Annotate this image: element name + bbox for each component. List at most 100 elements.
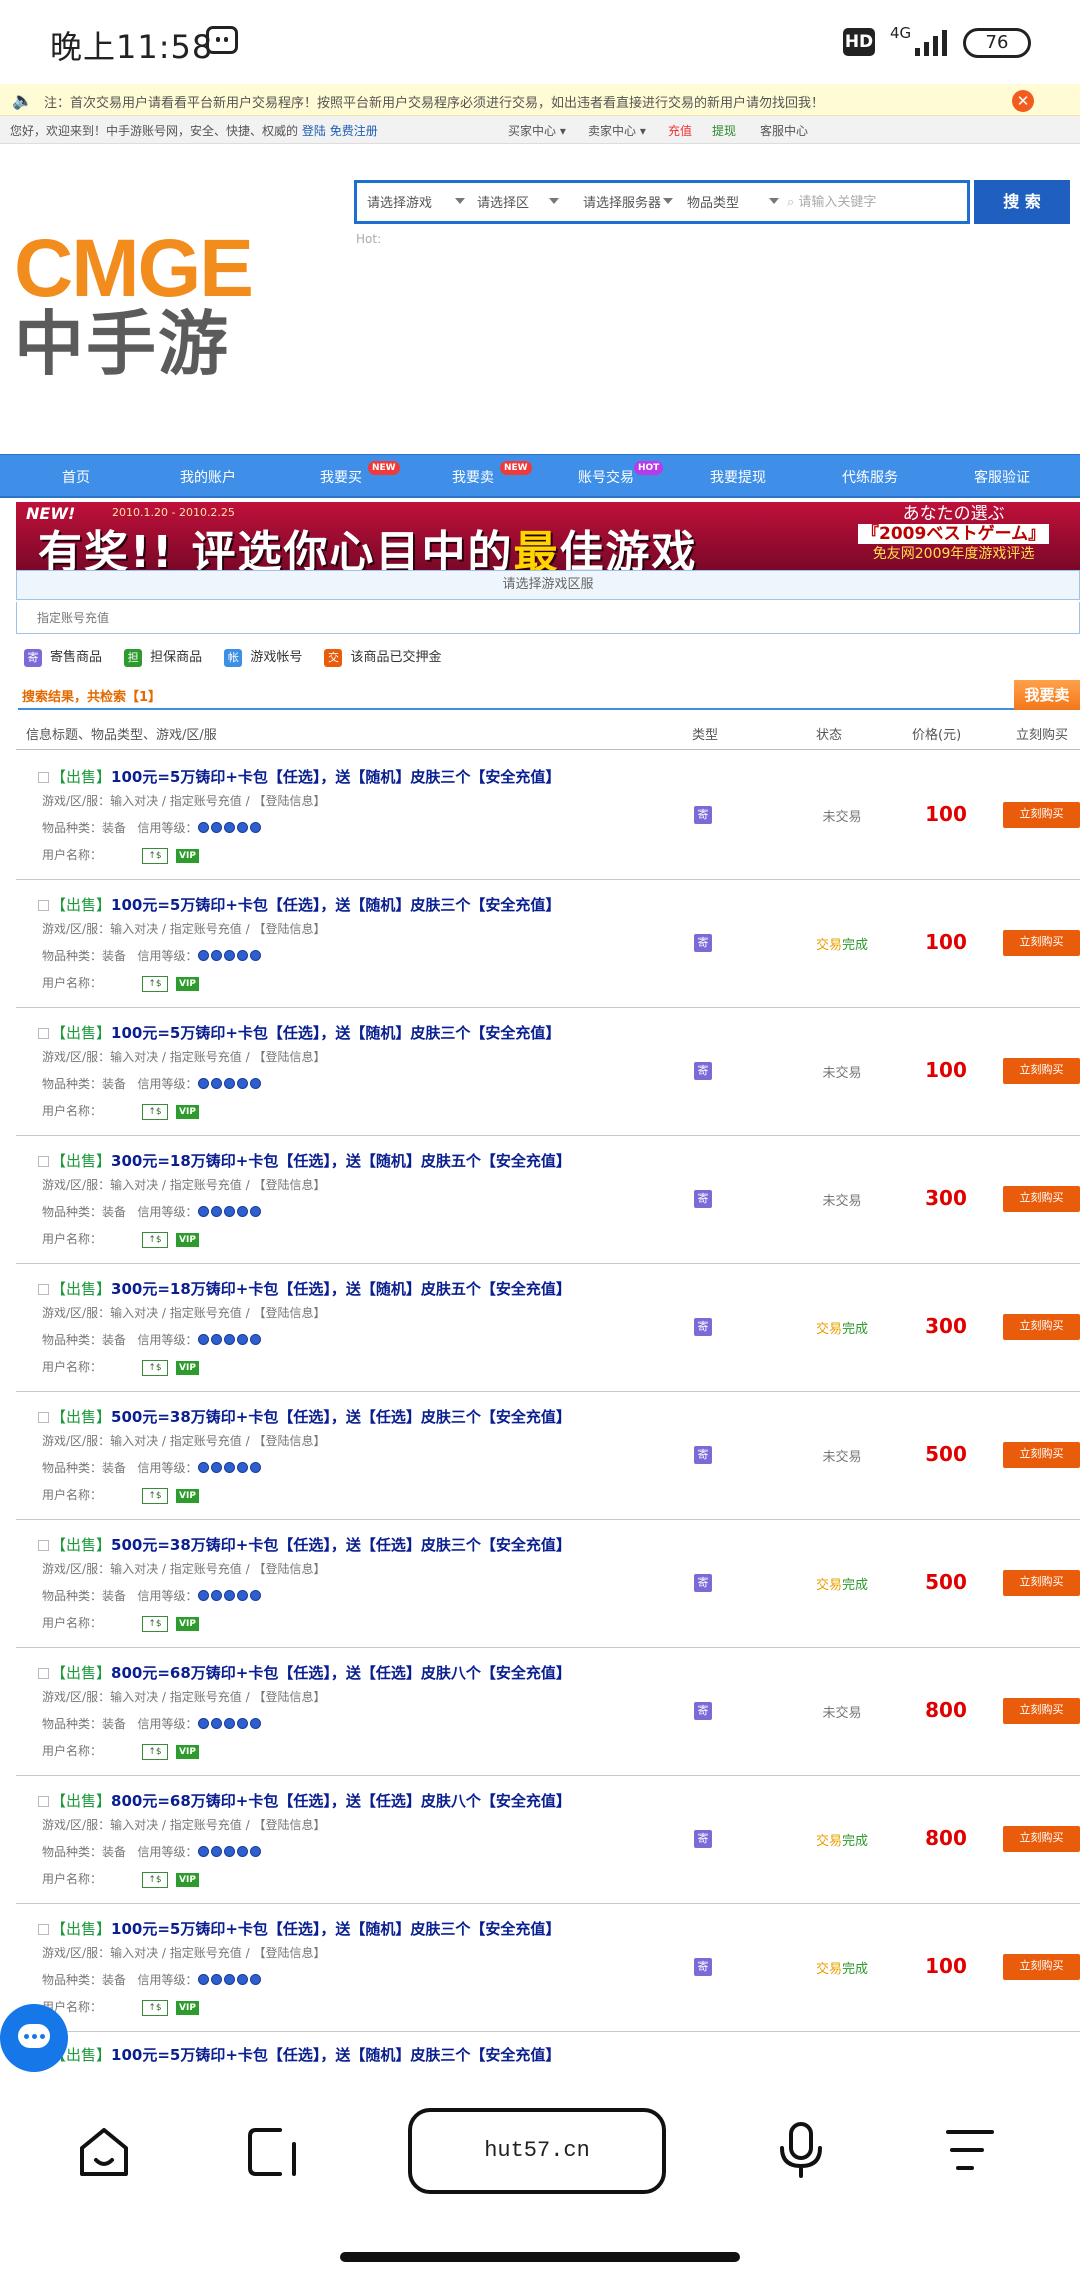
nav-buy-label: 我要买 — [320, 470, 362, 486]
listing-title[interactable]: 【出售】100元=5万铸印+卡包【任选】，送【随机】皮肤三个【安全充值】 — [38, 1918, 560, 1939]
listing-title[interactable]: 【出售】100元=5万铸印+卡包【任选】，送【随机】皮肤三个【安全充值】 — [38, 1022, 560, 1043]
main-nav: 首页 我的账户 我要买 NEW 我要卖 NEW 账号交易 HOT 我要提现 代练服务 … — [0, 454, 1080, 498]
checkbox[interactable] — [38, 772, 49, 783]
home-icon[interactable] — [76, 2124, 132, 2180]
listing-title[interactable]: 【出售】300元=18万铸印+卡包【任选】，送【随机】皮肤五个【安全充值】 — [38, 1278, 571, 1299]
item-value: 装备 — [102, 1717, 127, 1731]
menu-icon[interactable] — [942, 2126, 998, 2176]
listing-title[interactable]: 【出售】100元=5万铸印+卡包【任选】，送【随机】皮肤三个【安全充值】 — [38, 766, 560, 787]
nav-withdraw[interactable]: 我要提现 — [710, 467, 766, 487]
microphone-icon[interactable] — [776, 2120, 826, 2180]
listing-row-partial[interactable]: 【出售】100元=5万铸印+卡包【任选】，送【随机】皮肤三个【安全充值】 — [16, 2030, 1080, 2064]
buy-now-button[interactable]: 立刻购买 — [1003, 1442, 1080, 1468]
checkbox[interactable] — [38, 1156, 49, 1167]
listing-row[interactable]: 【出售】800元=68万铸印+卡包【任选】，送【任选】皮肤八个【安全充值】 游戏… — [16, 1648, 1080, 1776]
buy-now-button[interactable]: 立刻购买 — [1003, 1570, 1080, 1596]
promo-banner[interactable]: NEW! 2010.1.20 - 2010.2.25 有奖!! 评选你心目中的最… — [16, 502, 1080, 570]
listing-title[interactable]: 【出售】300元=18万铸印+卡包【任选】，送【随机】皮肤五个【安全充值】 — [38, 1150, 571, 1171]
checkbox[interactable] — [38, 1924, 49, 1935]
listing-row[interactable]: 【出售】500元=38万铸印+卡包【任选】，送【任选】皮肤三个【安全充值】 游戏… — [16, 1392, 1080, 1520]
url-bar[interactable]: hut57.cn — [408, 2108, 666, 2194]
server-select[interactable]: 请选择服务器 — [583, 192, 679, 214]
buy-now-button[interactable]: 立刻购买 — [1003, 1186, 1080, 1212]
consign-icon: 寄 — [694, 1318, 712, 1336]
buy-now-button[interactable]: 立刻购买 — [1003, 1954, 1080, 1980]
recharge-link[interactable]: 充值 — [668, 122, 692, 139]
nav-boosting[interactable]: 代练服务 — [842, 467, 898, 487]
checkbox[interactable] — [38, 1028, 49, 1039]
search-button[interactable]: 搜 索 — [974, 180, 1070, 224]
nav-sell[interactable]: 我要卖 NEW — [452, 461, 532, 487]
listing-row[interactable]: 【出售】300元=18万铸印+卡包【任选】，送【随机】皮肤五个【安全充值】 游戏… — [16, 1264, 1080, 1392]
checkbox[interactable] — [38, 1284, 49, 1295]
logo[interactable]: CMGE — [14, 228, 254, 310]
listing-title[interactable]: 【出售】100元=5万铸印+卡包【任选】，送【随机】皮肤三个【安全充值】 — [38, 894, 560, 915]
listing-title[interactable]: 【出售】500元=38万铸印+卡包【任选】，送【任选】皮肤三个【安全充值】 — [38, 1534, 571, 1555]
listing-item-type: 物品种类：装备 信用等级： — [42, 1843, 263, 1860]
chat-button[interactable] — [0, 2004, 68, 2072]
game-select[interactable]: 请选择游戏 — [367, 192, 475, 214]
listing-row[interactable]: 【出售】100元=5万铸印+卡包【任选】，送【随机】皮肤三个【安全充值】 游戏/… — [16, 1904, 1080, 2032]
tabs-icon[interactable] — [244, 2124, 300, 2180]
welcome-label: 您好，欢迎来到！中手游账号网，安全、快捷、权威的 — [10, 124, 299, 138]
nav-account-trade[interactable]: 账号交易 HOT — [578, 461, 664, 487]
service-center-link[interactable]: 客服中心 — [760, 122, 808, 139]
buy-now-button[interactable]: 立刻购买 — [1003, 1698, 1080, 1724]
login-link[interactable]: 登陆 — [302, 124, 326, 138]
checkbox[interactable] — [38, 1540, 49, 1551]
nav-verify[interactable]: 客服验证 — [974, 467, 1030, 487]
user-level-icon: ↑$ — [142, 1359, 169, 1376]
checkbox[interactable] — [38, 900, 49, 911]
close-icon[interactable]: ✕ — [1012, 90, 1034, 112]
checkbox[interactable] — [38, 1796, 49, 1807]
listing-title[interactable]: 【出售】800元=68万铸印+卡包【任选】，送【任选】皮肤八个【安全充值】 — [38, 1790, 571, 1811]
nav-buy[interactable]: 我要买 NEW — [320, 461, 400, 487]
clock: 晚上11:58 — [50, 28, 214, 66]
listing-status: 交易完成 — [772, 934, 912, 953]
listing-game: 游戏/区/服：输入对决 / 指定账号充值 / 【登陆信息】 — [42, 1048, 325, 1065]
register-link[interactable]: 免费注册 — [330, 124, 378, 138]
listing-game: 游戏/区/服：输入对决 / 指定账号充值 / 【登陆信息】 — [42, 920, 325, 937]
nav-home[interactable]: 首页 — [62, 467, 90, 487]
buy-now-button[interactable]: 立刻购买 — [1003, 930, 1080, 956]
listing-title[interactable]: 【出售】500元=38万铸印+卡包【任选】，送【任选】皮肤三个【安全充值】 — [38, 1406, 571, 1427]
listing-row[interactable]: 【出售】300元=18万铸印+卡包【任选】，送【随机】皮肤五个【安全充值】 游戏… — [16, 1136, 1080, 1264]
listing-row[interactable]: 【出售】100元=5万铸印+卡包【任选】，送【随机】皮肤三个【安全充值】 游戏/… — [16, 1008, 1080, 1136]
listing-tag: 【出售】 — [51, 1536, 112, 1554]
zone-select[interactable]: 请选择区 — [477, 192, 577, 214]
game-prefix: 游戏/区/服： — [42, 1306, 111, 1320]
search-input[interactable]: ⌕ 请输入关键字 — [787, 189, 957, 217]
buy-now-button[interactable]: 立刻购买 — [1003, 1826, 1080, 1852]
listing-price: 300 — [925, 1314, 967, 1338]
listing-row[interactable]: 【出售】800元=68万铸印+卡包【任选】，送【任选】皮肤八个【安全充值】 游戏… — [16, 1776, 1080, 1904]
consign-icon: 寄 — [694, 1190, 712, 1208]
withdraw-link[interactable]: 提现 — [712, 122, 736, 139]
checkbox[interactable] — [38, 1412, 49, 1423]
status-text: 交易 — [815, 1322, 842, 1337]
buy-now-button[interactable]: 立刻购买 — [1003, 1314, 1080, 1340]
buy-now-button[interactable]: 立刻购买 — [1003, 802, 1080, 828]
buy-now-button[interactable]: 立刻购买 — [1003, 1058, 1080, 1084]
seller-center-link[interactable]: 卖家中心 ▾ — [588, 122, 646, 139]
buyer-center-link[interactable]: 买家中心 ▾ — [508, 122, 566, 139]
listing-game: 游戏/区/服：输入对决 / 指定账号充值 / 【登陆信息】 — [42, 1432, 325, 1449]
listing-title[interactable]: 【出售】100元=5万铸印+卡包【任选】，送【随机】皮肤三个【安全充值】 — [38, 2044, 560, 2065]
listing-title-text: 300元=18万铸印+卡包【任选】，送【随机】皮肤五个【安全充值】 — [111, 1280, 571, 1298]
legend-deposit-label: 该商品已交押金 — [350, 650, 442, 665]
sell-button[interactable]: 我要卖 — [1014, 680, 1080, 710]
region-selector[interactable]: 请选择游戏区服 — [16, 570, 1080, 600]
game-value: 输入对决 / 指定账号充值 / 【登陆信息】 — [110, 794, 326, 808]
listing-row[interactable]: 【出售】100元=5万铸印+卡包【任选】，送【随机】皮肤三个【安全充值】 游戏/… — [16, 752, 1080, 880]
listing-title[interactable]: 【出售】800元=68万铸印+卡包【任选】，送【任选】皮肤八个【安全充值】 — [38, 1662, 571, 1683]
checkbox[interactable] — [38, 1668, 49, 1679]
recharge-filter[interactable]: 指定账号充值 — [16, 602, 1080, 634]
nav-trade-label: 账号交易 — [578, 470, 634, 486]
listing-row[interactable]: 【出售】100元=5万铸印+卡包【任选】，送【随机】皮肤三个【安全充值】 游戏/… — [16, 880, 1080, 1008]
game-prefix: 游戏/区/服： — [42, 1050, 111, 1064]
credit-label: 信用等级： — [137, 1333, 198, 1347]
nav-my-account[interactable]: 我的账户 — [180, 467, 236, 487]
listing-user: 用户名称： ↑$ VIP — [42, 1102, 199, 1120]
seller-center-label: 卖家中心 — [588, 124, 637, 138]
item-type-select[interactable]: 物品类型 — [687, 192, 787, 214]
listing-row[interactable]: 【出售】500元=38万铸印+卡包【任选】，送【任选】皮肤三个【安全充值】 游戏… — [16, 1520, 1080, 1648]
